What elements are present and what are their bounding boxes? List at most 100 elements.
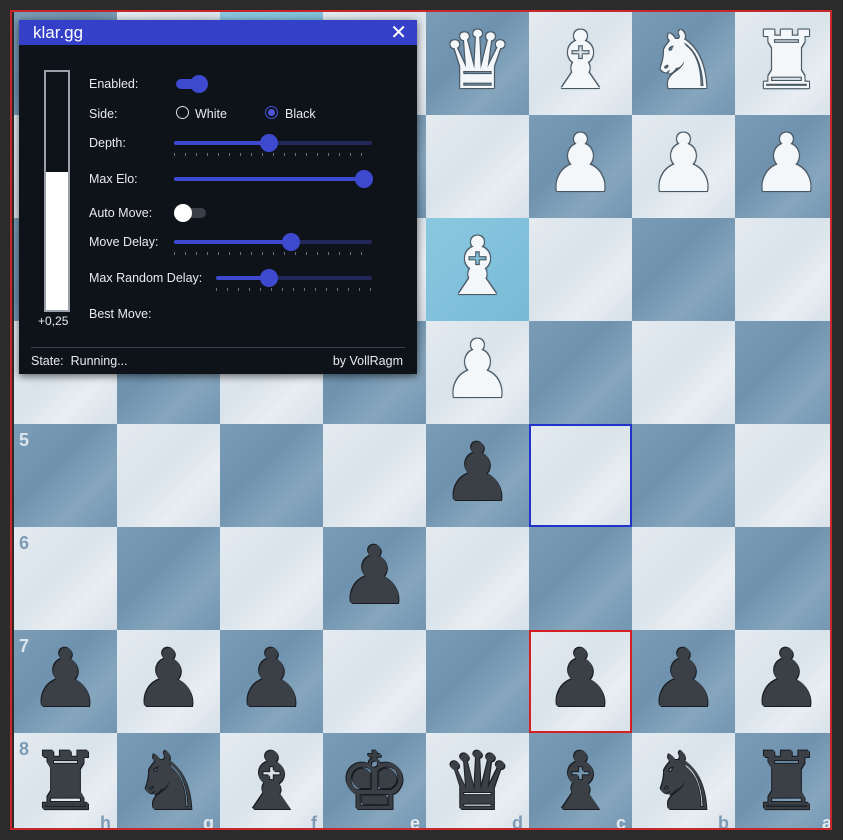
board-square[interactable]	[220, 527, 323, 630]
black-king-piece[interactable]: ♚	[339, 741, 411, 822]
board-square[interactable]: c ♝	[529, 733, 632, 828]
white-pawn-piece[interactable]: ♟	[545, 123, 617, 204]
board-square[interactable]: ♟	[117, 630, 220, 733]
board-square[interactable]: ♟	[220, 630, 323, 733]
max-random-delay-slider[interactable]	[216, 269, 372, 291]
board-square[interactable]: ♟	[735, 630, 830, 733]
board-square[interactable]: ♞	[632, 12, 735, 115]
rank-label: 6	[19, 533, 30, 553]
black-pawn-piece[interactable]: ♟	[133, 638, 205, 719]
panel-titlebar[interactable]: klar.gg ✕	[19, 20, 417, 45]
board-square[interactable]: 6	[14, 527, 117, 630]
board-square[interactable]: ♛	[426, 12, 529, 115]
board-square[interactable]: 5	[14, 424, 117, 527]
board-square[interactable]: b ♞	[632, 733, 735, 830]
auto-move-toggle[interactable]	[174, 204, 206, 222]
side-white-label[interactable]: White	[195, 107, 227, 121]
side-label: Side:	[89, 107, 118, 121]
side-black-radio[interactable]	[265, 106, 278, 119]
board-square[interactable]	[426, 115, 529, 218]
board-square[interactable]: ♟	[426, 424, 529, 527]
side-black-label[interactable]: Black	[285, 107, 316, 121]
white-rook-piece[interactable]: ♜	[751, 20, 823, 101]
black-bishop-piece[interactable]: ♝	[545, 741, 617, 822]
black-rook-piece[interactable]: ♜	[30, 741, 102, 822]
black-pawn-piece[interactable]: ♟	[30, 638, 102, 719]
board-square[interactable]: 8 h ♜	[14, 733, 117, 830]
credit-text: by VollRagm	[332, 354, 403, 368]
max-random-delay-label: Max Random Delay:	[89, 271, 203, 285]
panel-title: klar.gg	[33, 22, 84, 42]
board-square[interactable]: ♟	[632, 115, 735, 218]
white-knight-piece[interactable]: ♞	[648, 20, 720, 101]
white-bishop-piece[interactable]: ♝	[442, 226, 514, 307]
white-pawn-piece[interactable]: ♟	[442, 329, 514, 410]
black-pawn-piece[interactable]: ♟	[648, 638, 720, 719]
evaluation-bar	[44, 70, 70, 312]
black-rook-piece[interactable]: ♜	[751, 741, 823, 822]
board-square[interactable]: ♝	[529, 12, 632, 115]
board-square[interactable]	[529, 321, 632, 424]
board-square[interactable]: ♟	[323, 527, 426, 630]
black-pawn-piece[interactable]: ♟	[751, 638, 823, 719]
board-square[interactable]: f ♝	[220, 733, 323, 828]
board-square[interactable]	[529, 218, 632, 321]
board-square[interactable]: ♟	[529, 630, 632, 733]
file-label: d	[512, 813, 523, 830]
auto-move-label: Auto Move:	[89, 206, 153, 220]
footer-divider	[31, 347, 405, 348]
board-square[interactable]: ♝	[426, 218, 529, 321]
board-square[interactable]	[632, 527, 735, 630]
board-square[interactable]	[220, 424, 323, 527]
state-value: Running...	[70, 354, 128, 368]
file-label: h	[100, 813, 111, 830]
board-square[interactable]: g ♞	[117, 733, 220, 828]
side-white-radio[interactable]	[176, 106, 189, 119]
board-square[interactable]: ♟	[632, 630, 735, 733]
board-square[interactable]: ♜	[735, 12, 830, 115]
board-square[interactable]	[426, 630, 529, 733]
black-knight-piece[interactable]: ♞	[133, 741, 205, 822]
black-pawn-piece[interactable]: ♟	[442, 432, 514, 513]
board-square[interactable]	[632, 321, 735, 424]
board-square[interactable]	[735, 218, 830, 321]
black-pawn-piece[interactable]: ♟	[545, 638, 617, 719]
board-square[interactable]	[426, 527, 529, 630]
board-square[interactable]: a ♜	[735, 733, 830, 828]
black-pawn-piece[interactable]: ♟	[339, 535, 411, 616]
board-square[interactable]	[529, 424, 632, 527]
board-square[interactable]: ♟	[735, 115, 830, 218]
max-elo-slider[interactable]	[174, 170, 373, 188]
board-square[interactable]	[735, 527, 830, 630]
black-knight-piece[interactable]: ♞	[648, 741, 720, 822]
board-square[interactable]: ♟	[426, 321, 529, 424]
klar-overlay-panel: klar.gg ✕ +0,25 Enabled: Side: White Bla…	[19, 20, 417, 374]
white-queen-piece[interactable]: ♛	[442, 20, 514, 101]
board-square[interactable]	[323, 630, 426, 733]
black-pawn-piece[interactable]: ♟	[236, 638, 308, 719]
board-square[interactable]	[529, 527, 632, 630]
board-square[interactable]	[735, 424, 830, 527]
board-square[interactable]: 7 ♟	[14, 630, 117, 733]
file-label: b	[718, 813, 729, 830]
black-bishop-piece[interactable]: ♝	[236, 741, 308, 822]
enabled-label: Enabled:	[89, 77, 139, 91]
enabled-toggle[interactable]	[176, 75, 208, 93]
depth-slider[interactable]	[174, 134, 372, 156]
board-square[interactable]	[323, 424, 426, 527]
white-bishop-piece[interactable]: ♝	[545, 20, 617, 101]
black-queen-piece[interactable]: ♛	[442, 741, 514, 822]
board-square[interactable]: ♟	[529, 115, 632, 218]
evaluation-bar-fill	[46, 171, 68, 310]
board-square[interactable]	[117, 527, 220, 630]
move-delay-slider[interactable]	[174, 233, 372, 255]
white-pawn-piece[interactable]: ♟	[648, 123, 720, 204]
close-icon[interactable]: ✕	[390, 23, 407, 43]
board-square[interactable]: e ♚	[323, 733, 426, 828]
board-square[interactable]	[117, 424, 220, 527]
board-square[interactable]	[632, 218, 735, 321]
board-square[interactable]: d ♛	[426, 733, 529, 830]
board-square[interactable]	[735, 321, 830, 424]
white-pawn-piece[interactable]: ♟	[751, 123, 823, 204]
board-square[interactable]	[632, 424, 735, 527]
